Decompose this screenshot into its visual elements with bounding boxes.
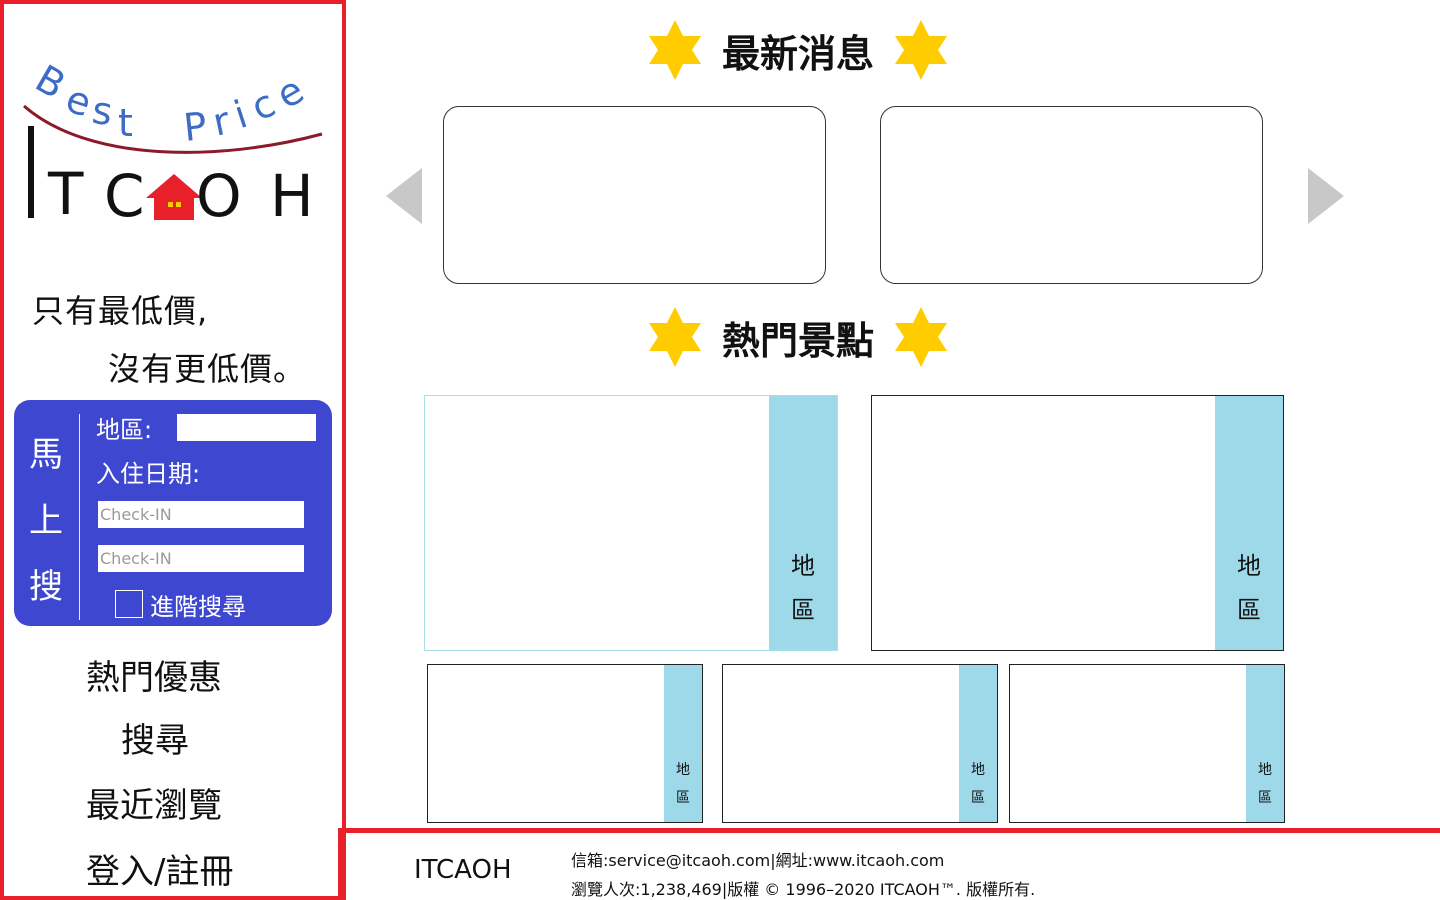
region-input[interactable]: [177, 414, 316, 441]
checkout-input[interactable]: [98, 545, 304, 572]
star-icon: [895, 307, 948, 367]
spot-region-label: 地區: [775, 544, 831, 632]
quick-search-divider: [79, 414, 80, 620]
spot-card-small[interactable]: 地區: [1009, 664, 1285, 823]
spots-heading-text: 熱門景點: [722, 318, 875, 363]
best-price-itcaoh-logo[interactable]: B e s t P r i c e T C O H: [18, 54, 338, 229]
carousel-next-arrow-icon[interactable]: [1308, 168, 1344, 224]
logo-letter: [28, 126, 34, 218]
spot-region-label: 地區: [668, 756, 698, 812]
spot-region-char: 地區: [676, 762, 690, 806]
advanced-search-checkbox[interactable]: [115, 590, 143, 618]
news-card[interactable]: [443, 106, 826, 284]
nav-login-register[interactable]: 登入/註冊: [86, 844, 233, 893]
logo-letter: t: [118, 101, 133, 145]
news-heading-text: 最新消息: [722, 31, 875, 76]
logo-letter: H: [270, 162, 314, 229]
spot-region-char: 地區: [791, 552, 815, 624]
quick-search-title-char: 搜: [29, 567, 63, 607]
quick-search-panel: 馬 上 搜 地區: 入住日期: 進階搜尋: [14, 400, 332, 626]
logo-letter: C: [104, 162, 145, 229]
spot-region-label: 地區: [1250, 756, 1280, 812]
logo-letter: s: [89, 88, 115, 134]
slogan-line-2: 沒有更低價。: [108, 350, 307, 388]
spot-region-char: 地區: [971, 762, 985, 806]
star-icon: [649, 20, 701, 80]
logo-letter: O: [196, 162, 242, 229]
nav-recently-viewed[interactable]: 最近瀏覽: [86, 778, 222, 827]
spot-card-large[interactable]: 地區: [871, 395, 1284, 651]
checkin-input[interactable]: [98, 501, 304, 528]
quick-search-title-char: 馬: [29, 435, 63, 475]
news-heading: 最新消息: [646, 18, 950, 82]
footer-brand: ITCAOH: [414, 855, 512, 885]
carousel-prev-arrow-icon[interactable]: [386, 168, 422, 224]
spots-heading: 熱門景點: [646, 305, 950, 369]
spot-card-small[interactable]: 地區: [722, 664, 998, 823]
checkin-date-label: 入住日期:: [96, 460, 201, 488]
footer-stats: 瀏覽人次:1,238,469|版權 © 1996–2020 ITCAOH™. 版…: [571, 880, 1036, 899]
logo-letter: P: [181, 104, 208, 150]
advanced-search-label[interactable]: 進階搜尋: [150, 587, 246, 622]
sidebar: B e s t P r i c e T C O H 只有最低價, 沒有更低價。 …: [0, 0, 346, 900]
spot-region-char: 地區: [1237, 552, 1261, 624]
region-label: 地區:: [96, 416, 153, 444]
spot-card-large[interactable]: 地區: [424, 395, 838, 651]
star-icon: [895, 20, 948, 80]
footer: ITCAOH 信箱:service@itcaoh.com|網址:www.itca…: [338, 828, 1440, 900]
footer-contact: 信箱:service@itcaoh.com|網址:www.itcaoh.com: [571, 851, 945, 870]
quick-search-title: 馬 上 搜: [26, 422, 66, 620]
spot-region-char: 地區: [1258, 762, 1272, 806]
spot-region-label: 地區: [963, 756, 993, 812]
logo-letter: r: [209, 98, 234, 144]
quick-search-title-char: 上: [29, 501, 63, 541]
nav-hot-deals[interactable]: 熱門優惠: [86, 650, 222, 699]
house-icon: [146, 174, 202, 220]
news-card[interactable]: [880, 106, 1263, 284]
logo-letter: T: [47, 160, 84, 228]
slogan-line-1: 只有最低價,: [32, 292, 209, 330]
nav-search[interactable]: 搜尋: [121, 713, 189, 762]
spot-region-label: 地區: [1221, 544, 1277, 632]
star-icon: [649, 307, 701, 367]
spot-card-small[interactable]: 地區: [427, 664, 703, 823]
